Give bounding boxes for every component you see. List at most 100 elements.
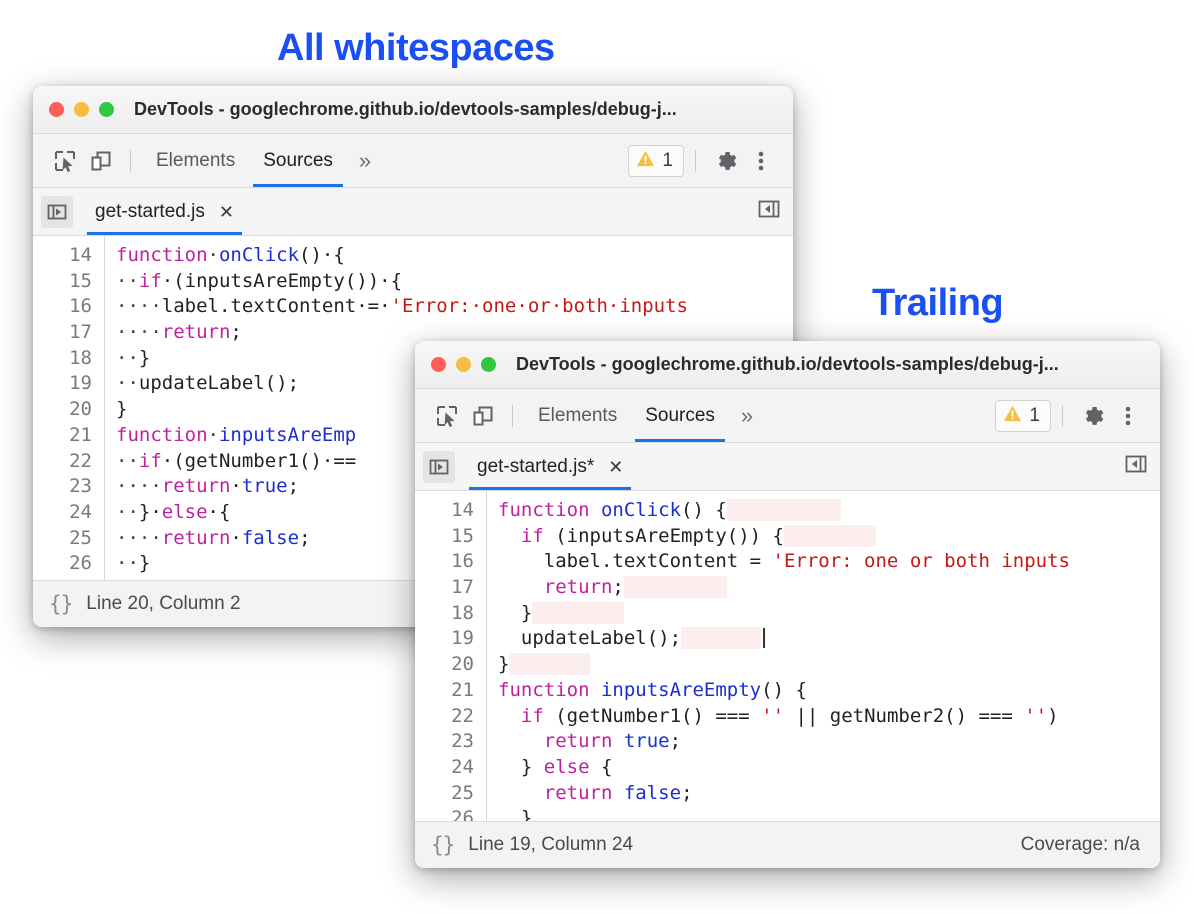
code-token: || getNumber2() === <box>784 705 1024 727</box>
code-token: function <box>116 424 208 446</box>
close-window-button[interactable] <box>49 102 64 117</box>
gear-icon[interactable] <box>1074 398 1110 434</box>
line-number: 20 <box>33 397 104 423</box>
file-tab-get-started[interactable]: get-started.js* ✕ <box>469 443 631 490</box>
close-window-button[interactable] <box>431 357 446 372</box>
warning-badge[interactable]: 1 <box>628 145 684 177</box>
code-token: · <box>208 244 219 266</box>
window-titlebar[interactable]: DevTools - googlechrome.github.io/devtoo… <box>415 341 1160 389</box>
code-token: return <box>544 782 613 804</box>
code-line[interactable]: ····label.textContent·=·'Error:·one·or·b… <box>116 294 793 320</box>
devtools-window-trailing[interactable]: DevTools - googlechrome.github.io/devtoo… <box>415 341 1160 868</box>
code-token: else <box>162 501 208 523</box>
code-token <box>509 653 589 675</box>
more-panels-icon[interactable]: » <box>729 405 765 427</box>
cursor-position: Line 20, Column 2 <box>86 593 240 615</box>
minimize-window-button[interactable] <box>74 102 89 117</box>
more-panels-icon[interactable]: » <box>347 150 383 172</box>
code-line[interactable]: function·onClick()·{ <box>116 243 793 269</box>
code-line[interactable]: return; <box>498 575 1160 601</box>
code-token: if <box>139 450 162 472</box>
code-line[interactable]: if (getNumber1() === '' || getNumber2() … <box>498 704 1160 730</box>
code-line[interactable]: } else { <box>498 755 1160 781</box>
line-number: 20 <box>415 652 486 678</box>
device-toolbar-icon[interactable] <box>465 398 501 434</box>
code-token <box>784 525 876 547</box>
warning-triangle-icon <box>636 149 655 173</box>
code-token: ···· <box>116 295 162 317</box>
code-line[interactable]: return false; <box>498 781 1160 807</box>
tab-elements[interactable]: Elements <box>524 389 631 442</box>
window-titlebar[interactable]: DevTools - googlechrome.github.io/devtoo… <box>33 86 793 134</box>
tab-elements[interactable]: Elements <box>142 134 249 187</box>
line-number: 21 <box>33 423 104 449</box>
warning-count: 1 <box>1029 405 1040 427</box>
gear-icon[interactable] <box>707 143 743 179</box>
file-tab-label: get-started.js <box>95 201 205 223</box>
code-token: return <box>544 730 613 752</box>
tab-sources[interactable]: Sources <box>249 134 347 187</box>
code-token: ; <box>230 321 241 343</box>
code-token: 'Error: one or both inputs <box>773 550 1070 572</box>
code-token: () { <box>761 679 807 701</box>
collapse-sidebar-icon[interactable] <box>757 197 781 226</box>
code-line[interactable]: updateLabel(); <box>498 626 1160 652</box>
pretty-print-icon[interactable]: {} <box>431 833 454 857</box>
show-navigator-icon[interactable] <box>41 196 73 228</box>
code-line[interactable]: label.textContent = 'Error: one or both … <box>498 549 1160 575</box>
code-line[interactable]: ··if·(inputsAreEmpty())·{ <box>116 269 793 295</box>
line-number: 25 <box>33 526 104 552</box>
line-number: 18 <box>415 601 486 627</box>
code-token <box>590 679 601 701</box>
code-line[interactable]: } <box>498 601 1160 627</box>
code-content[interactable]: function onClick() { if (inputsAreEmpty(… <box>487 491 1160 821</box>
kebab-menu-icon[interactable] <box>1110 398 1146 434</box>
code-token: } <box>498 653 509 675</box>
toolbar-divider-2 <box>1062 405 1063 427</box>
kebab-menu-icon[interactable] <box>743 143 779 179</box>
code-line[interactable]: function inputsAreEmpty() { <box>498 678 1160 704</box>
collapse-sidebar-icon[interactable] <box>1124 452 1148 481</box>
window-title: DevTools - googlechrome.github.io/devtoo… <box>134 99 677 120</box>
code-token: ·· <box>116 552 139 574</box>
callout-trailing: Trailing <box>872 282 1003 325</box>
line-number: 21 <box>415 678 486 704</box>
code-line[interactable]: if (inputsAreEmpty()) { <box>498 524 1160 550</box>
code-token: onClick <box>601 499 681 521</box>
line-number: 26 <box>415 806 486 821</box>
code-token: return <box>162 475 231 497</box>
code-line[interactable]: } <box>498 806 1160 821</box>
code-line[interactable]: return true; <box>498 729 1160 755</box>
code-editor[interactable]: 14151617181920212223242526 function onCl… <box>415 491 1160 821</box>
inspect-cursor-icon[interactable] <box>47 143 83 179</box>
maximize-window-button[interactable] <box>99 102 114 117</box>
line-number: 25 <box>415 781 486 807</box>
show-navigator-icon[interactable] <box>423 451 455 483</box>
tab-sources[interactable]: Sources <box>631 389 729 442</box>
code-token: (getNumber1() === <box>544 705 761 727</box>
line-number: 17 <box>33 320 104 346</box>
code-token: if <box>139 270 162 292</box>
code-token: function <box>498 679 590 701</box>
code-line[interactable]: function onClick() { <box>498 498 1160 524</box>
code-token: ···· <box>116 527 162 549</box>
line-number-gutter: 14151617181920212223242526 <box>33 236 105 580</box>
close-icon[interactable]: ✕ <box>608 458 623 476</box>
code-token <box>590 499 601 521</box>
pretty-print-icon[interactable]: {} <box>49 592 72 616</box>
code-token <box>727 499 841 521</box>
device-toolbar-icon[interactable] <box>83 143 119 179</box>
maximize-window-button[interactable] <box>481 357 496 372</box>
editor-statusbar: {} Line 19, Column 24 Coverage: n/a <box>415 821 1160 868</box>
inspect-cursor-icon[interactable] <box>429 398 465 434</box>
minimize-window-button[interactable] <box>456 357 471 372</box>
close-icon[interactable]: ✕ <box>219 203 234 221</box>
file-tabstrip: get-started.js ✕ <box>33 188 793 236</box>
warning-badge[interactable]: 1 <box>995 400 1051 432</box>
code-token: () { <box>681 499 727 521</box>
file-tab-get-started[interactable]: get-started.js ✕ <box>87 188 242 235</box>
code-token: 'Error:·one·or·both·inputs <box>391 295 688 317</box>
code-line[interactable]: } <box>498 652 1160 678</box>
code-token: ) <box>1047 705 1058 727</box>
code-token: { <box>590 756 613 778</box>
